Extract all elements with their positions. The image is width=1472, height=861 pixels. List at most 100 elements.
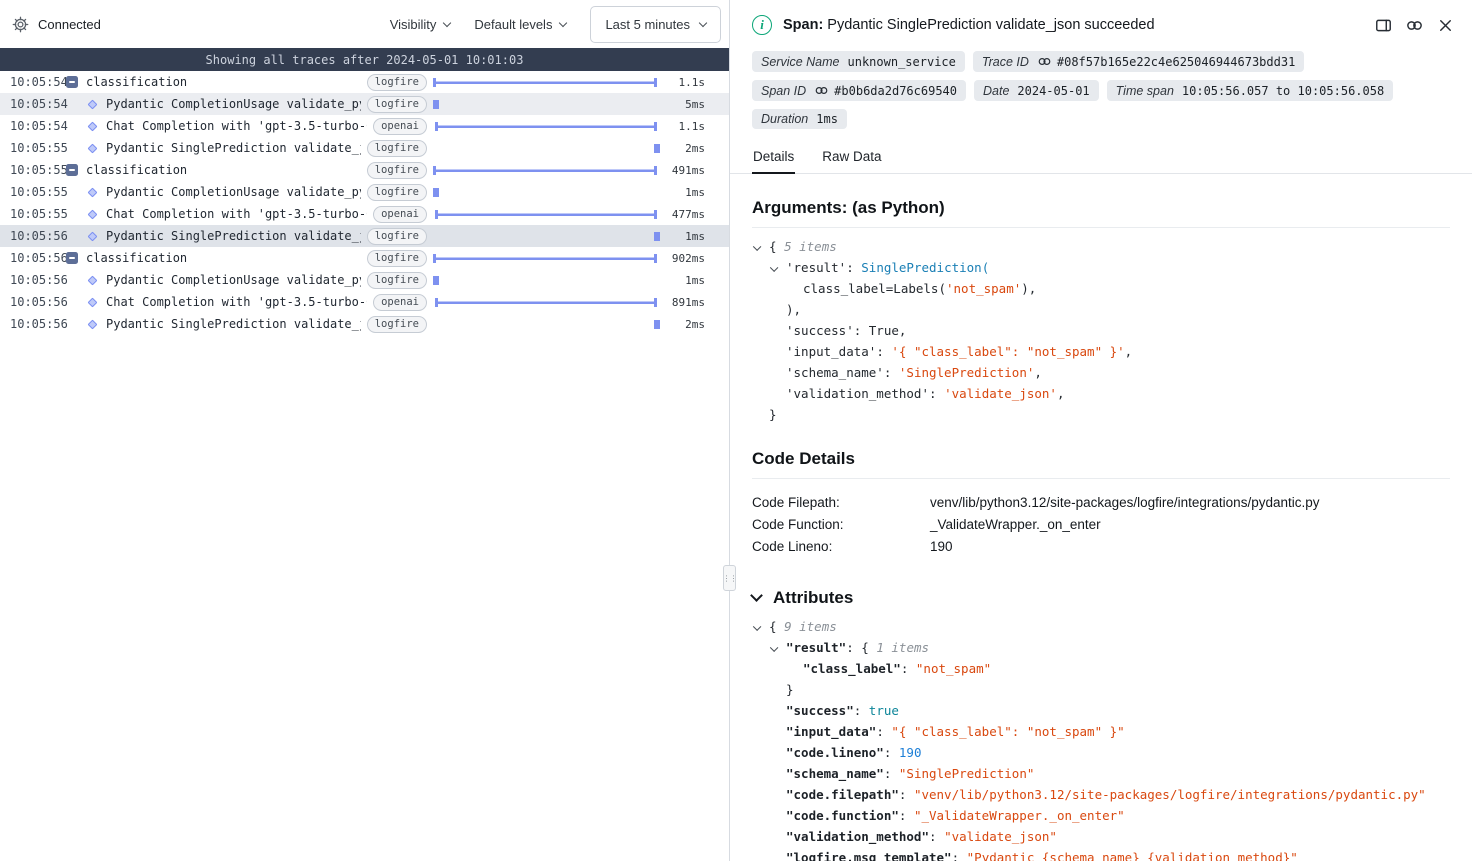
code-line: "validation_method": "validate_json" [754,826,1450,847]
panel-resize-handle[interactable]: ⋮⋮ [723,565,736,591]
trace-row[interactable]: 10:05:55classificationlogfire491ms [0,159,729,181]
span-header: i Span:Pydantic SinglePrediction validat… [730,0,1472,37]
duration-bar [435,298,657,307]
time-range-dropdown[interactable]: Last 5 minutes [590,6,721,43]
trace-row[interactable]: 10:05:55Pydantic CompletionUsage validat… [0,181,729,203]
badge-row-2: Span ID#b0b6da2d76c69540Date2024-05-01Ti… [730,80,1472,129]
code-line: 'schema_name': 'SinglePrediction', [754,362,1450,383]
duration-track [433,297,657,308]
tree-toggle-icon[interactable] [770,264,778,272]
tree-toggle-icon[interactable] [753,623,761,631]
code-token: : [884,365,899,380]
collapse-icon[interactable] [66,252,78,264]
collapse-icon[interactable] [66,76,78,88]
trace-row[interactable]: 10:05:55Pydantic SinglePrediction valida… [0,137,729,159]
trace-row[interactable]: 10:05:54Chat Completion with 'gpt-3.5-tu… [0,115,729,137]
tree-toggle[interactable] [771,637,786,658]
collapse-icon[interactable] [66,164,78,176]
tag-chip: openai [373,294,427,311]
copy-link-icon[interactable] [1403,13,1427,37]
badge-label: Date [983,84,1009,98]
attributes-heading[interactable]: Attributes [752,588,1450,608]
tree-toggle-icon[interactable] [770,644,778,652]
tag-chip: logfire [367,272,427,289]
code-token: '{ "class_label": "not_spam" }' [891,344,1124,359]
trace-row[interactable]: 10:05:54Pydantic CompletionUsage validat… [0,93,729,115]
span-name: Chat Completion with 'gpt-3.5-turbo-061 [106,207,367,221]
meta-badge[interactable]: Trace ID#08f57b165e22c4e625046944673bdd3… [973,51,1304,72]
trace-row[interactable]: 10:05:56classificationlogfire902ms [0,247,729,269]
code-line: { 9 items [754,616,1450,637]
span-title-line: Span:Pydantic SinglePrediction validate_… [783,17,1155,33]
attributes-json-tree: { 9 items"result": { 1 items"class_label… [752,608,1450,861]
duration-bar [433,100,439,109]
tree-toggle-icon[interactable] [753,243,761,251]
code-token: : [899,808,914,823]
row-icon-cell [84,211,100,218]
tab-details[interactable]: Details [752,142,795,174]
tree-toggle[interactable] [754,616,769,637]
default-levels-dropdown[interactable]: Default levels [474,17,566,32]
code-detail-value: _ValidateWrapper._on_enter [930,514,1101,536]
time-range-label: Last 5 minutes [605,17,690,32]
trace-row[interactable]: 10:05:55Chat Completion with 'gpt-3.5-tu… [0,203,729,225]
duration-track [433,187,657,198]
code-line: } [754,679,1450,700]
span-diamond-icon [87,143,97,153]
code-token: "_ValidateWrapper._on_enter" [914,808,1125,823]
badge-value: 10:05:56.057 to 10:05:56.058 [1182,84,1384,98]
tree-toggle[interactable] [771,257,786,278]
trace-timestamp: 10:05:55 [0,185,58,199]
code-token: "code.filepath" [786,787,899,802]
arguments-python-tree: { 5 items'result': SinglePrediction(clas… [752,228,1450,425]
span-diamond-icon [87,99,97,109]
meta-badge[interactable]: Span ID#b0b6da2d76c69540 [752,80,966,101]
row-icon-cell [84,101,100,108]
code-token: 'success' [786,323,854,338]
link-icon[interactable] [1037,54,1052,69]
span-name: classification [86,163,361,177]
span-name: classification [86,75,361,89]
duration-label: 2ms [661,318,705,331]
badge-value: #b0b6da2d76c69540 [834,84,957,98]
duration-label: 1ms [661,274,705,287]
code-token: "venv/lib/python3.12/site-packages/logfi… [914,787,1426,802]
tag-chip: openai [373,118,427,135]
visibility-dropdown[interactable]: Visibility [390,17,451,32]
trace-row[interactable]: 10:05:54classificationlogfire1.1s [0,71,729,93]
meta-badge: Service Nameunknown_service [752,51,965,72]
code-line: 'input_data': '{ "class_label": "not_spa… [754,341,1450,362]
trace-panel: Connected Visibility Default levels Last… [0,0,729,861]
duration-label: 2ms [661,142,705,155]
duration-label: 491ms [661,164,705,177]
gear-icon[interactable] [12,16,29,33]
code-details-heading: Code Details [752,449,1450,469]
duration-label: 1.1s [661,120,705,133]
close-icon[interactable] [1434,13,1458,37]
trace-row[interactable]: 10:05:56Pydantic CompletionUsage validat… [0,269,729,291]
code-token: 5 items [784,239,837,254]
badge-label: Service Name [761,55,840,69]
code-token: "logfire.msg_template" [786,850,952,861]
code-token: 'schema_name' [786,365,884,380]
trace-timestamp: 10:05:54 [0,75,58,89]
span-name: classification [86,251,361,265]
trace-row[interactable]: 10:05:56Pydantic SinglePrediction valida… [0,313,729,335]
trace-row[interactable]: 10:05:56Chat Completion with 'gpt-3.5-tu… [0,291,729,313]
tag-chip: logfire [367,316,427,333]
code-token: : True, [854,323,907,338]
code-line: 'validation_method': 'validate_json', [754,383,1450,404]
trace-row[interactable]: 10:05:56Pydantic SinglePrediction valida… [0,225,729,247]
code-token: "validate_json" [944,829,1057,844]
duration-track [433,319,657,330]
code-line: "code.function": "_ValidateWrapper._on_e… [754,805,1450,826]
tab-raw-data[interactable]: Raw Data [821,142,882,173]
span-name: Pydantic CompletionUsage validate_python [106,97,361,111]
link-icon[interactable] [814,83,829,98]
trace-timestamp: 10:05:55 [0,141,58,155]
span-name: Chat Completion with 'gpt-3.5-turbo-061 [106,119,367,133]
tree-toggle[interactable] [754,236,769,257]
duration-bar [433,276,439,285]
duration-bar [654,320,660,329]
open-panel-icon[interactable] [1372,13,1396,37]
